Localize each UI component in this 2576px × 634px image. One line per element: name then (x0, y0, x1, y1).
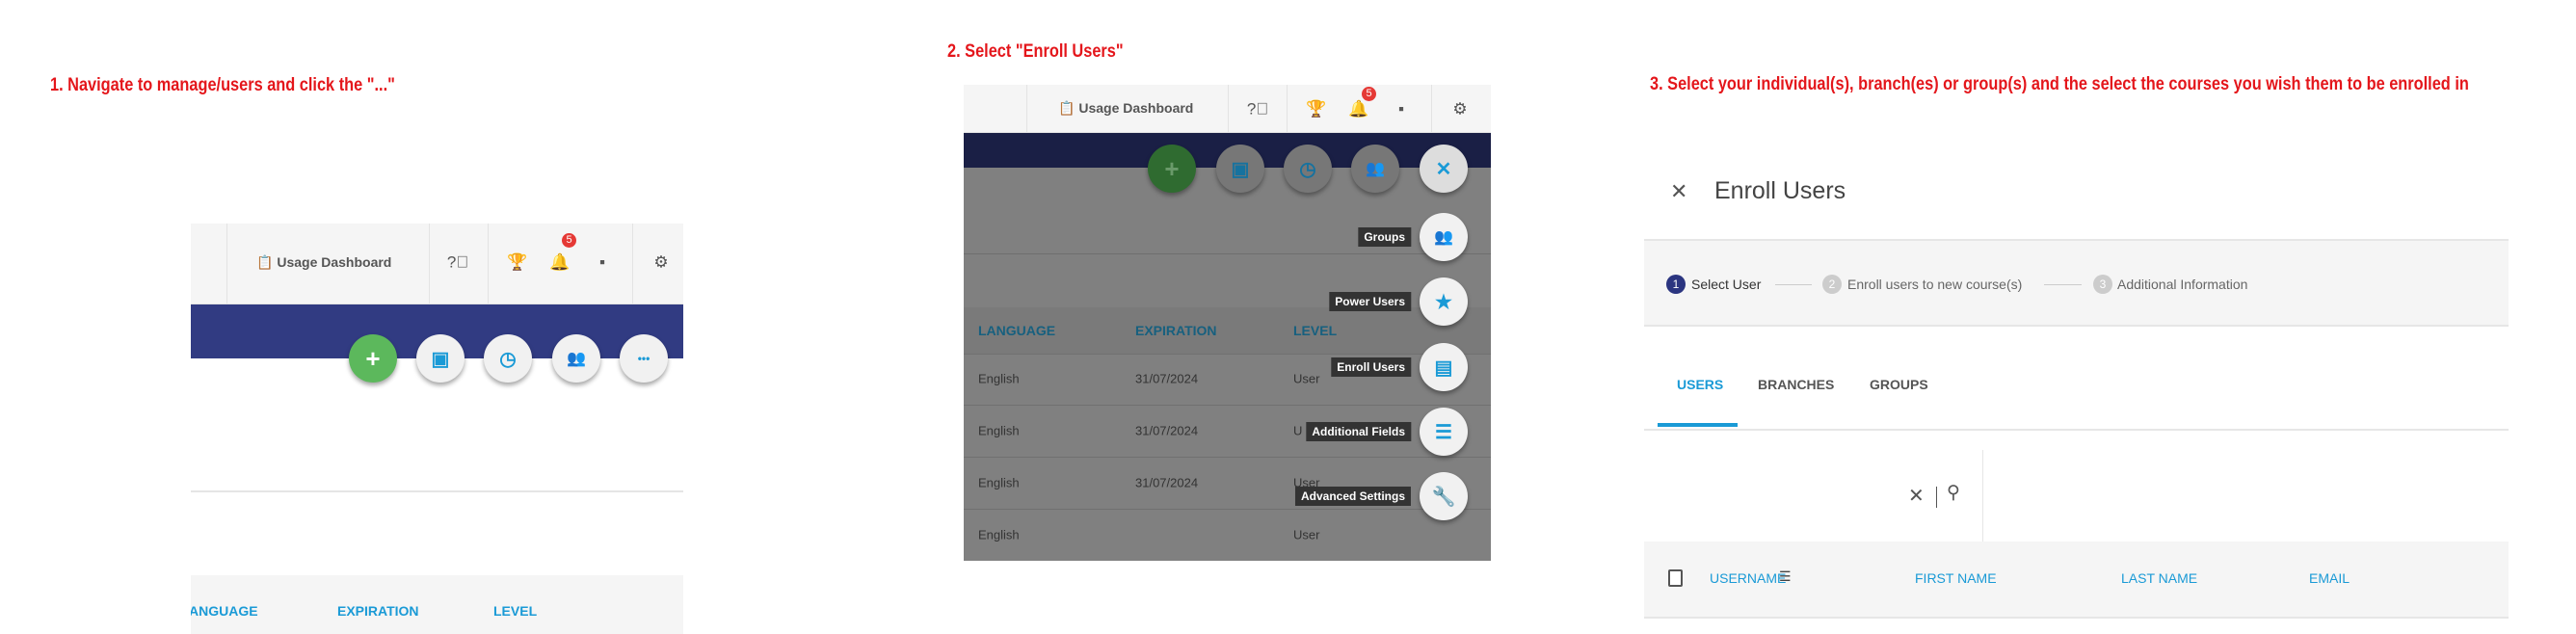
instruction-2: 2. Select "Enroll Users" (947, 41, 1124, 62)
clear-search-icon[interactable]: ✕ (1908, 484, 1925, 508)
column-language[interactable]: LANGUAGE (978, 323, 1055, 338)
users-icon: 👥 (1366, 161, 1385, 177)
close-menu-button[interactable]: ✕ (1420, 145, 1468, 193)
select-all-checkbox[interactable] (1668, 569, 1683, 587)
column-level[interactable]: LEVEL (493, 603, 537, 619)
divider (191, 490, 683, 492)
archive-download-icon: ▣ (431, 348, 450, 370)
chat-icon[interactable]: ▪ (599, 254, 605, 271)
table-header: ANGUAGE EXPIRATION LEVEL (191, 575, 683, 634)
tab-groups[interactable]: GROUPS (1870, 377, 1928, 392)
wrench-icon: 🔧 (1431, 486, 1456, 508)
tab-users[interactable]: USERS (1677, 377, 1723, 392)
notification-badge: 5 (562, 233, 576, 248)
additional-fields-button[interactable]: ☰ (1420, 408, 1468, 456)
instruction-1: 1. Navigate to manage/users and click th… (50, 75, 395, 95)
help-icon[interactable]: ?⃝ (1247, 101, 1268, 118)
users-icon: 👥 (567, 351, 586, 367)
close-icon[interactable]: ✕ (1670, 179, 1687, 204)
dialog-title: Enroll Users (1714, 177, 1846, 204)
trophy-icon[interactable]: 🏆 (507, 254, 527, 271)
column-last-name[interactable]: LAST NAME (2121, 570, 2197, 586)
column-level[interactable]: LEVEL (1293, 323, 1337, 338)
list-icon: ☰ (1435, 421, 1452, 443)
clock-icon: ◷ (499, 348, 517, 370)
active-tab-indicator (1658, 423, 1738, 427)
usage-dashboard-link[interactable]: 📋 Usage Dashboard (256, 254, 391, 271)
gear-icon[interactable]: ⚙ (1452, 101, 1467, 118)
groups-button[interactable]: 👥 (1420, 213, 1468, 261)
plus-icon: + (365, 343, 381, 373)
groups-label[interactable]: Groups (1358, 227, 1411, 247)
tab-branches[interactable]: BRANCHES (1758, 377, 1834, 392)
gear-icon[interactable]: ⚙ (653, 254, 668, 271)
stepper (1644, 239, 2509, 327)
additional-fields-label[interactable]: Additional Fields (1306, 422, 1411, 441)
enroll-users-icon: ▤ (1434, 357, 1453, 379)
help-icon[interactable]: ?⃝ (447, 254, 468, 271)
enroll-users-button[interactable]: ▤ (1420, 343, 1468, 391)
add-button[interactable]: + (1148, 145, 1196, 193)
advanced-settings-label[interactable]: Advanced Settings (1294, 487, 1411, 506)
archive-button[interactable]: ▣ (1216, 145, 1264, 193)
trophy-icon[interactable]: 🏆 (1306, 101, 1326, 118)
users-button[interactable]: 👥 (1351, 145, 1399, 193)
notification-badge: 5 (1362, 87, 1376, 101)
clock-icon: ◷ (1299, 158, 1316, 180)
column-username[interactable]: USERNAME (1710, 570, 1786, 586)
search-icon[interactable]: ⚲ (1947, 482, 1960, 504)
column-expiration[interactable]: EXPIRATION (337, 603, 419, 619)
groups-icon: 👥 (1434, 229, 1453, 246)
column-first-name[interactable]: FIRST NAME (1915, 570, 1997, 586)
advanced-settings-button[interactable]: 🔧 (1420, 472, 1468, 520)
more-icon: ••• (637, 352, 651, 365)
clipboard-icon: 📋 (256, 254, 274, 270)
power-users-label[interactable]: Power Users (1329, 292, 1411, 311)
users-button[interactable]: 👥 (552, 334, 600, 383)
chat-icon[interactable]: ▪ (1398, 101, 1404, 118)
clipboard-icon: 📋 (1058, 100, 1076, 116)
power-users-button[interactable]: ★ (1420, 277, 1468, 326)
history-button[interactable]: ◷ (484, 334, 532, 383)
more-button[interactable]: ••• (620, 334, 668, 383)
top-header: 📋 Usage Dashboard ?⃝ 🏆 🔔 5 ▪ ⚙ (964, 85, 1491, 133)
close-icon: ✕ (1435, 158, 1452, 180)
power-users-icon: ★ (1435, 291, 1452, 313)
bell-icon[interactable]: 🔔 (1348, 101, 1368, 118)
instruction-3: 3. Select your individual(s), branch(es)… (1650, 74, 2469, 94)
column-language[interactable]: ANGUAGE (191, 603, 258, 619)
overlay: LANGUAGE EXPIRATION LEVEL English 31/07/2… (964, 168, 1491, 561)
sort-icon[interactable]: ☰ (1779, 568, 1792, 585)
column-expiration[interactable]: EXPIRATION (1135, 323, 1217, 338)
search-input[interactable] (1644, 450, 1982, 542)
plus-icon: + (1164, 153, 1180, 183)
archive-download-icon: ▣ (1231, 158, 1250, 180)
column-email[interactable]: EMAIL (2309, 570, 2350, 586)
add-button[interactable]: + (349, 334, 397, 383)
enroll-users-label[interactable]: Enroll Users (1331, 357, 1411, 377)
top-header: 📋 Usage Dashboard ?⃝ 🏆 🔔 5 ▪ ⚙ (191, 224, 683, 304)
history-button[interactable]: ◷ (1284, 145, 1332, 193)
bell-icon[interactable]: 🔔 (549, 254, 570, 271)
usage-dashboard-link[interactable]: 📋 Usage Dashboard (1058, 100, 1193, 117)
archive-button[interactable]: ▣ (416, 334, 465, 383)
